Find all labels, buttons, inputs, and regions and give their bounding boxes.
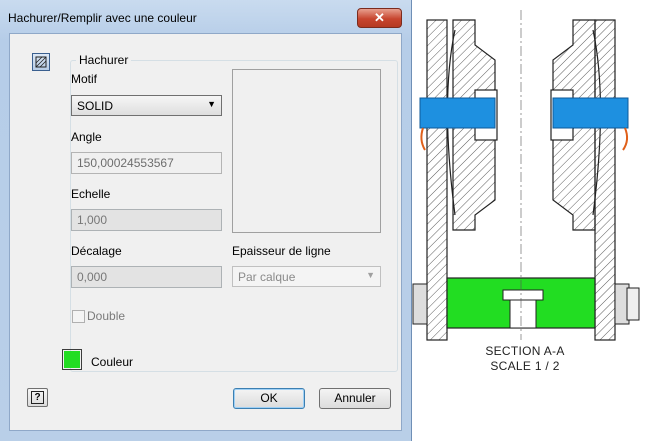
- line-weight-select-value: Par calque: [238, 270, 296, 284]
- hatch-toggle-icon[interactable]: [32, 53, 50, 71]
- dialog-client-area: Hachurer Motif SOLID ▼ Angle 150,0002455…: [9, 33, 402, 431]
- chevron-down-icon: ▼: [366, 270, 375, 280]
- double-checkbox[interactable]: [72, 310, 85, 323]
- line-weight-label: Epaisseur de ligne: [232, 244, 331, 258]
- cancel-button[interactable]: Annuler: [319, 388, 391, 409]
- section-view-graphic: [412, 10, 640, 341]
- double-label: Double: [87, 309, 126, 323]
- dialog-title: Hachurer/Remplir avec une couleur: [8, 11, 197, 25]
- offset-label: Décalage: [71, 244, 122, 258]
- scale-input[interactable]: 1,000: [71, 209, 222, 231]
- offset-input[interactable]: 0,000: [71, 266, 222, 288]
- hatch-preview: [232, 69, 381, 233]
- angle-input[interactable]: 150,00024553567: [71, 152, 222, 174]
- color-swatch-button[interactable]: [62, 349, 82, 370]
- section-label: SECTION A-A: [485, 344, 565, 358]
- cad-drawing-view[interactable]: SECTION A-A SCALE 1 / 2: [405, 0, 646, 441]
- title-bar[interactable]: Hachurer/Remplir avec une couleur ✕: [0, 0, 404, 34]
- hatch-fill-dialog: Hachurer/Remplir avec une couleur ✕ Hach…: [0, 0, 412, 441]
- hatch-icon: [35, 56, 47, 68]
- help-icon: ?: [31, 391, 44, 404]
- scale-label-text: Echelle: [71, 187, 111, 201]
- color-swatch: [64, 351, 80, 368]
- help-button[interactable]: ?: [27, 388, 48, 407]
- close-button[interactable]: ✕: [357, 8, 402, 28]
- color-label: Couleur: [91, 355, 134, 369]
- angle-label: Angle: [71, 130, 102, 144]
- pattern-select[interactable]: SOLID ▼: [71, 95, 222, 116]
- hatch-group-title: Hachurer: [76, 53, 132, 67]
- scale-label: SCALE 1 / 2: [490, 359, 560, 373]
- pattern-select-value: SOLID: [77, 99, 114, 113]
- close-icon: ✕: [374, 10, 385, 25]
- ok-button[interactable]: OK: [233, 388, 305, 409]
- chevron-down-icon: ▼: [207, 99, 216, 109]
- line-weight-select[interactable]: Par calque ▼: [232, 266, 381, 287]
- pattern-label: Motif: [71, 72, 98, 86]
